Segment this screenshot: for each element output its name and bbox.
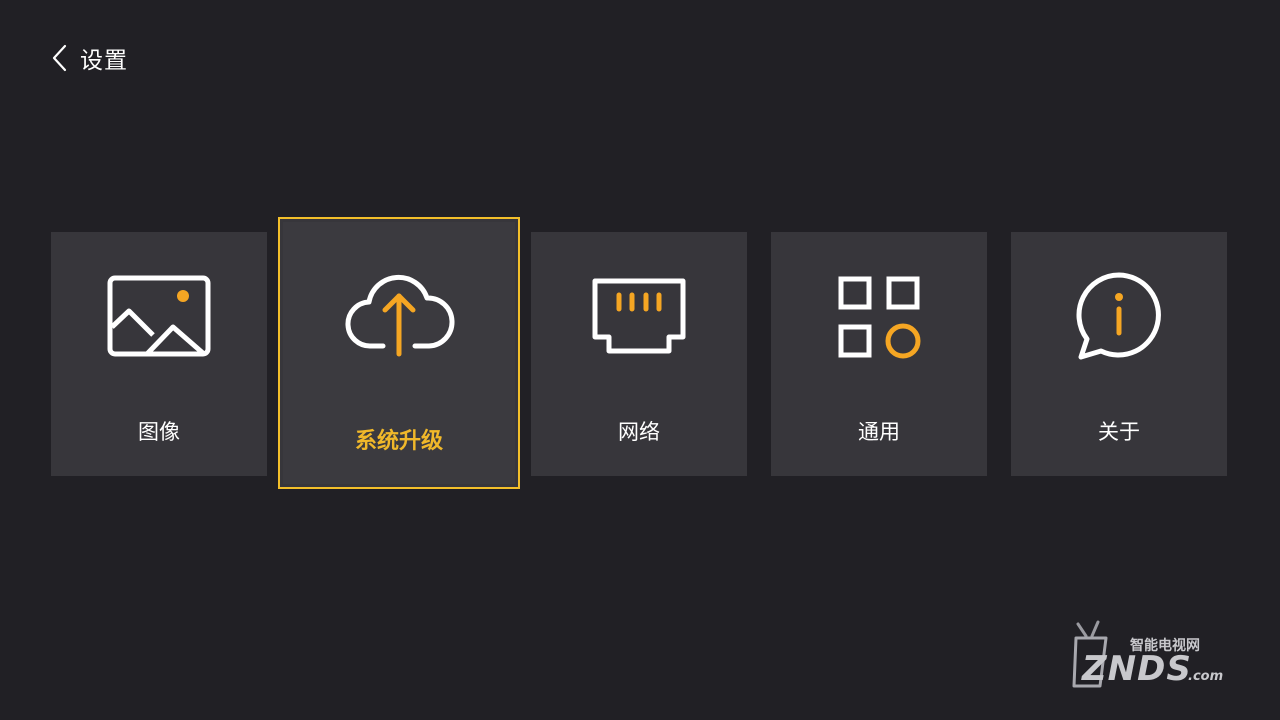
tile-label: 关于 (1098, 420, 1140, 444)
znds-watermark: 智能电视网 ZNDS .com (1066, 620, 1246, 696)
header: 设置 (48, 40, 128, 76)
watermark-brand: ZNDS (1081, 649, 1192, 689)
tile-system-upgrade[interactable]: 系统升级 (278, 217, 520, 489)
page-title: 设置 (80, 48, 128, 74)
picture-icon (107, 275, 211, 357)
tile-network[interactable]: 网络 (531, 232, 747, 476)
apps-grid-icon (838, 276, 921, 359)
tile-about[interactable]: 关于 (1011, 232, 1227, 476)
tile-label: 通用 (858, 420, 900, 444)
tv-logo-icon: 智能电视网 ZNDS .com (1072, 620, 1223, 689)
tile-general[interactable]: 通用 (771, 232, 987, 476)
tile-label: 图像 (138, 420, 180, 444)
cloud-upload-icon (345, 274, 455, 357)
tile-picture[interactable]: 图像 (51, 232, 267, 476)
info-bubble-icon (1076, 272, 1161, 360)
back-button[interactable] (48, 42, 72, 74)
tile-label: 网络 (618, 420, 660, 444)
tile-label: 系统升级 (354, 429, 443, 454)
chevron-left-icon (52, 44, 67, 72)
watermark-suffix: .com (1188, 669, 1223, 684)
ethernet-port-icon (592, 278, 686, 354)
